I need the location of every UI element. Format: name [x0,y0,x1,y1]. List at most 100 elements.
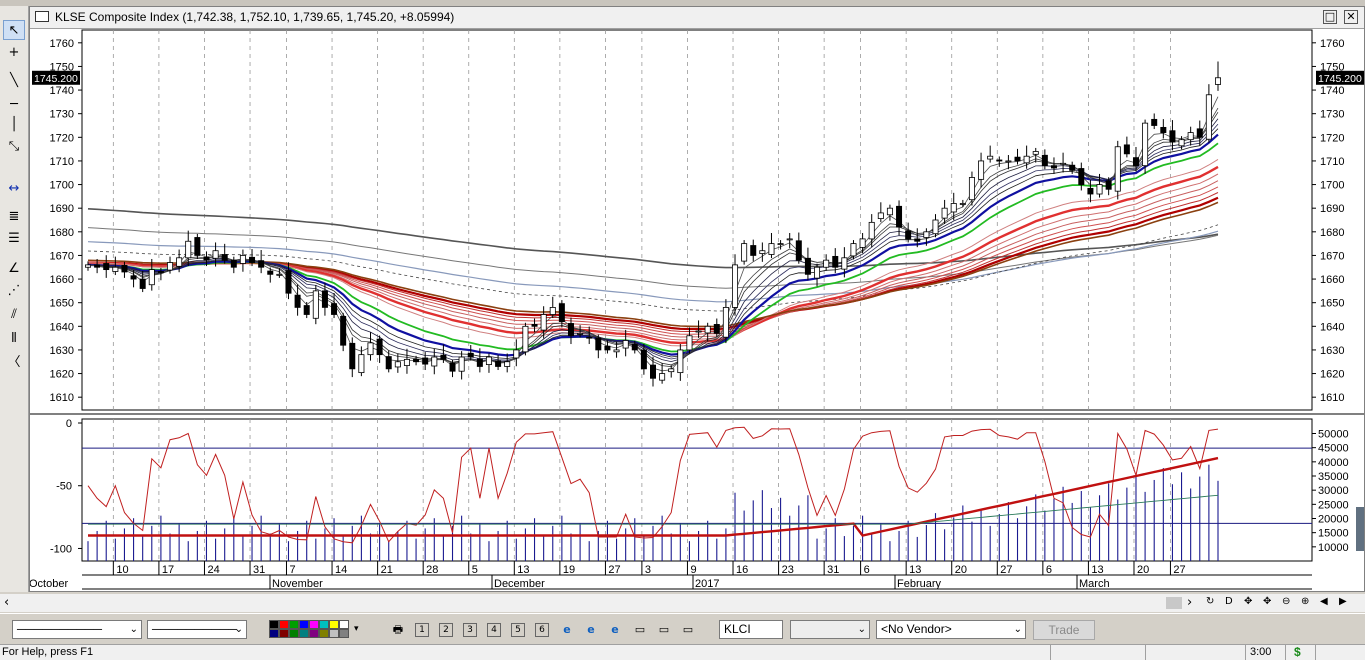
color-swatch[interactable] [339,620,349,629]
candle-body [148,269,155,286]
layout-2-icon[interactable]: 2 [439,623,453,637]
candle-body [103,263,110,271]
scroll-right-icon[interactable]: › [1187,595,1192,610]
y-axis-label-right: 1720 [1320,132,1344,144]
restore-window-button[interactable]: □ [1323,10,1337,24]
chart-title-bar[interactable]: KLSE Composite Index (1,742.38, 1,752.10… [30,7,1364,29]
print-icon[interactable]: 🖶 [390,622,406,638]
color-swatch[interactable] [309,620,319,629]
color-swatch[interactable] [289,629,299,638]
indicator-panel [81,418,1313,562]
layout-3-icon[interactable]: 3 [463,623,477,637]
color-swatch[interactable] [319,620,329,629]
color-swatch[interactable] [299,620,309,629]
palette-dropdown-icon[interactable]: ▾ [354,623,359,634]
candle-body [905,230,912,240]
arc-tool[interactable]: 〈 [3,350,25,370]
chart-window: KLSE Composite Index (1,742.38, 1,752.10… [29,6,1365,592]
candle-body [777,243,784,246]
color-swatch[interactable] [269,629,279,638]
move-icon[interactable]: ✥ [1244,596,1252,607]
scroll-left-icon[interactable]: ‹ [4,595,9,610]
symbol-input[interactable]: KLCI [719,620,783,639]
window-tile-icon[interactable]: ▭ [632,622,648,638]
vendor-combo[interactable]: <No Vendor> ⌄ [876,620,1026,639]
explorer-icon[interactable]: e [583,622,599,638]
scroll-forward-icon[interactable]: ▶ [1339,596,1347,607]
gann-fan-tool[interactable]: ⋰ [3,280,25,300]
candle-body [431,356,438,367]
line-width-combo[interactable]: ────────── ⌄ [147,620,247,639]
color-palette[interactable] [269,620,352,639]
scroll-back-icon[interactable]: ◀ [1320,596,1328,607]
color-swatch[interactable] [329,620,339,629]
price-chart[interactable]: 10 17 24 31 7 14 21 28 5 13 19 27 3 9 16 23 31 6 13 20 27 6 13… [30,29,1364,592]
bottom-toolbar: ────────── ⌄ ────────── ⌄ ▾ 🖶 1 2 3 4 5 6 e e e ▭ ▭… [0,613,1365,644]
x-day-label: 23 [782,564,794,576]
line-style-value: ────────── [17,622,103,636]
candle-body [1205,94,1212,140]
channel-tool[interactable]: ⫽ [3,304,25,324]
color-swatch[interactable] [309,629,319,638]
zoom-tool[interactable]: ↔ [3,178,25,198]
vertical-line-tool[interactable]: │ [3,114,25,134]
layout-1-icon[interactable]: 1 [415,623,429,637]
line-style-combo[interactable]: ────────── ⌄ [12,620,142,639]
candle-body [987,155,994,160]
explorer-icon[interactable]: e [607,622,623,638]
color-swatch[interactable] [339,629,349,638]
scrollbar-thumb[interactable] [1166,597,1182,609]
status-dollar-cell: $ [1285,645,1316,660]
drawing-toolbar: ↖ + ╲ ─ │ ⤡ ↔ ≣ ☰ ∠ ⋰ ⫽ ⦀ 〈 [0,6,29,592]
status-cell [1315,645,1365,660]
candle-body [312,290,319,319]
candle-body [613,349,620,353]
candle-body [1123,144,1130,155]
color-swatch[interactable] [329,629,339,638]
pointer-tool[interactable]: ↖ [3,20,25,40]
close-window-button[interactable]: ✕ [1344,10,1358,24]
candle-body [485,356,492,365]
layout-4-icon[interactable]: 4 [487,623,501,637]
color-swatch[interactable] [289,620,299,629]
fibonacci-retracement-tool[interactable]: ≣ [3,206,25,226]
trade-button[interactable]: Trade [1033,620,1095,640]
candle-body [522,325,529,353]
candle-body [996,159,1003,162]
window-tile-icon[interactable]: ▭ [680,622,696,638]
y-axis-label-left: 1680 [50,227,74,239]
candle-body [713,324,720,334]
crosshair-tool[interactable]: + [3,42,25,62]
layout-5-icon[interactable]: 5 [511,623,525,637]
pan-icon[interactable]: ✥ [1263,596,1271,607]
x-day-label: 13 [1091,564,1103,576]
candle-body [786,238,793,241]
gann-angle-tool[interactable]: ∠ [3,258,25,278]
candle-body [1187,132,1194,141]
color-swatch[interactable] [299,629,309,638]
interval-combo[interactable]: ⌄ [790,620,870,639]
color-swatch[interactable] [319,629,329,638]
chevron-down-icon: ⌄ [129,624,138,635]
fibonacci-extension-tool[interactable]: ☰ [3,228,25,248]
cycle-lines-tool[interactable]: ⦀ [3,328,25,348]
trendline-tool[interactable]: ╲ [3,70,25,90]
color-swatch[interactable] [279,629,289,638]
daily-icon[interactable]: D [1225,596,1233,607]
candle-body [303,305,310,315]
indicator-axis-label-right: 45000 [1318,443,1349,455]
candle-body [1160,126,1167,133]
color-swatch[interactable] [279,620,289,629]
explorer-icon[interactable]: e [559,622,575,638]
zoom-out-icon[interactable]: ⊖ [1282,596,1290,607]
color-swatch[interactable] [269,620,279,629]
y-axis-label-left: 1610 [50,392,74,404]
y-axis-label-left: 1620 [50,369,74,381]
horizontal-line-tool[interactable]: ─ [3,94,25,114]
zoom-in-icon[interactable]: ⊕ [1301,596,1309,607]
candle-body [194,237,201,256]
refresh-icon[interactable]: ↻ [1206,596,1214,607]
window-tile-icon[interactable]: ▭ [656,622,672,638]
fan-tool[interactable]: ⤡ [3,136,25,156]
layout-6-icon[interactable]: 6 [535,623,549,637]
